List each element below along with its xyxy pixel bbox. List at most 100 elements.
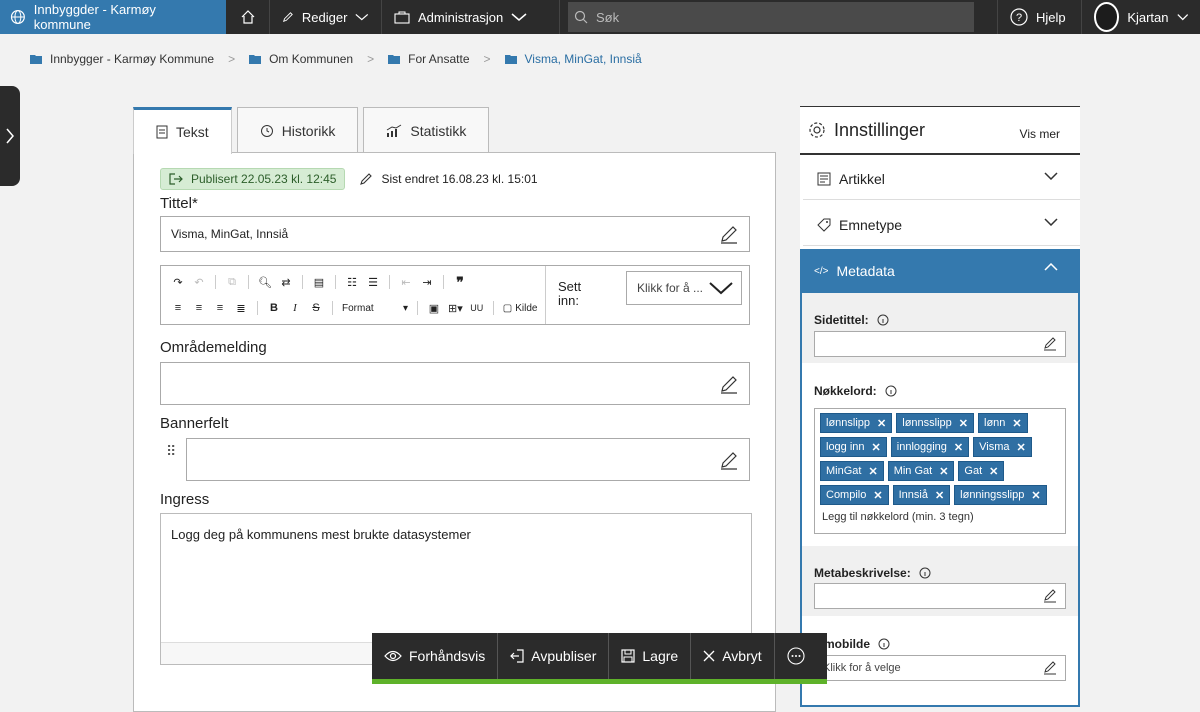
tab-tekst[interactable]: Tekst	[133, 107, 232, 154]
vis-mer-link[interactable]: Vis mer	[1020, 127, 1060, 141]
remove-icon[interactable]: ✕	[954, 441, 963, 454]
help-icon: ?	[1010, 8, 1028, 26]
section-metadata[interactable]: </> Metadata	[800, 249, 1080, 293]
metabeskrivelse-input[interactable]	[814, 583, 1066, 609]
save-button[interactable]: Lagre	[609, 633, 692, 679]
keyword-tag: MinGat ✕	[820, 461, 884, 481]
site-selector[interactable]: Innbyggder - Karmøy kommune	[0, 0, 226, 34]
remove-icon[interactable]: ✕	[939, 465, 948, 478]
edit-pencil-icon[interactable]	[719, 374, 739, 394]
keyword-input[interactable]: lønnslipp ✕ lønnsslipp ✕ lønn ✕ logg inn ✕ i…	[814, 408, 1066, 534]
keyword-tag: Compilo ✕	[820, 485, 889, 505]
search-input[interactable]: Søk	[568, 2, 974, 32]
replace-icon[interactable]: ⇄	[279, 274, 293, 290]
cancel-button[interactable]: Avbryt	[691, 633, 775, 679]
info-icon[interactable]	[878, 638, 890, 650]
section-artikkel[interactable]: Artikkel	[803, 158, 1080, 200]
chevron-down-icon	[1044, 172, 1058, 180]
rediger-menu[interactable]: Rediger	[270, 0, 382, 34]
rediger-label: Rediger	[301, 9, 348, 25]
more-button[interactable]	[775, 633, 817, 679]
redo-icon[interactable]: ↷	[171, 274, 185, 290]
find-icon[interactable]: 🔍︎	[258, 274, 272, 290]
remove-icon[interactable]: ✕	[1031, 489, 1040, 502]
source-icon: ▢	[502, 302, 513, 314]
remove-icon[interactable]: ✕	[872, 441, 881, 454]
insert-select[interactable]: Klikk for å ...	[626, 271, 742, 305]
title-input[interactable]: Visma, MinGat, Innsiå	[160, 216, 750, 252]
banner-input[interactable]	[186, 438, 750, 481]
paste-text-icon[interactable]: ▤	[312, 274, 326, 290]
area-message-input[interactable]	[160, 362, 750, 405]
edit-pencil-icon[interactable]	[719, 224, 739, 244]
user-menu[interactable]: Kjartan	[1082, 0, 1200, 34]
template-icon[interactable]: ▣	[427, 300, 441, 316]
breadcrumb: Innbygger - Karmøy Kommune > Om Kommunen…	[0, 40, 1200, 78]
strikethrough-icon[interactable]: S	[309, 300, 323, 316]
edit-pencil-icon[interactable]	[1043, 337, 1057, 351]
blockquote-icon[interactable]: ❞	[453, 274, 467, 290]
keyword-tags: lønnslipp ✕ lønnsslipp ✕ lønn ✕ logg inn ✕ i…	[820, 413, 1060, 505]
keyword-tag: innlogging ✕	[890, 437, 970, 457]
drag-handle-icon[interactable]: ⠿	[166, 443, 176, 460]
keyword-tag: logg inn ✕	[820, 437, 887, 457]
edit-pencil-icon[interactable]	[1043, 661, 1057, 675]
administrasjon-menu[interactable]: Administrasjon	[382, 0, 560, 34]
breadcrumb-label: Visma, MinGat, Innsiå	[524, 52, 642, 66]
align-right-icon[interactable]: ≡	[213, 300, 227, 316]
remove-icon[interactable]: ✕	[959, 417, 968, 430]
svg-text:?: ?	[1016, 12, 1022, 24]
edit-pencil-icon[interactable]	[1043, 589, 1057, 603]
tab-historikk[interactable]: Historikk	[236, 107, 359, 153]
format-dropdown[interactable]: Format ▾	[342, 300, 408, 316]
remove-icon[interactable]: ✕	[935, 489, 944, 502]
toolbar-row-2: ≡ ≡ ≡ ≣ B I S Format ▾ ▣ ⊞▾ UU ▢ Kilde	[171, 300, 537, 316]
breadcrumb-item[interactable]: Om Kommunen	[249, 52, 353, 66]
bold-icon[interactable]: B	[267, 300, 281, 316]
outdent-icon[interactable]: ⇤	[399, 274, 413, 290]
justify-icon[interactable]: ≣	[234, 300, 248, 316]
remove-icon[interactable]: ✕	[989, 465, 998, 478]
numbered-list-icon[interactable]: ☷	[345, 274, 359, 290]
remove-icon[interactable]: ✕	[1012, 417, 1021, 430]
breadcrumb-separator: >	[367, 52, 375, 66]
bullet-list-icon[interactable]: ☰	[366, 274, 380, 290]
home-button[interactable]	[226, 0, 270, 34]
align-center-icon[interactable]: ≡	[192, 300, 206, 316]
help-button[interactable]: ? Hjelp	[998, 0, 1082, 34]
keyword-tag: lønnsslipp ✕	[896, 413, 974, 433]
remove-icon[interactable]: ✕	[877, 417, 886, 430]
source-button[interactable]: ▢ Kilde	[503, 300, 538, 316]
edit-pencil-icon[interactable]	[719, 450, 739, 470]
info-icon[interactable]	[885, 385, 897, 397]
sidebar-toggle[interactable]	[0, 86, 20, 186]
section-emnetype[interactable]: Emnetype	[803, 204, 1080, 246]
folder-icon	[504, 55, 517, 64]
sidetittel-label: Sidetittel:	[814, 313, 889, 327]
align-left-icon[interactable]: ≡	[171, 300, 185, 316]
toolbar-divider	[389, 275, 390, 289]
folder-icon	[249, 55, 262, 64]
breadcrumb-item[interactable]: For Ansatte	[388, 52, 470, 66]
remove-icon[interactable]: ✕	[868, 465, 877, 478]
info-icon[interactable]	[919, 567, 931, 579]
sidetittel-input[interactable]	[814, 331, 1066, 357]
uu-button[interactable]: UU	[470, 300, 484, 316]
remove-icon[interactable]: ✕	[1017, 441, 1026, 454]
tab-label: Tekst	[176, 124, 209, 140]
tab-statistikk[interactable]: Statistikk	[363, 107, 490, 153]
info-icon[interactable]	[877, 314, 889, 326]
toolbar-divider	[332, 301, 333, 315]
unpublish-icon	[510, 649, 524, 663]
undo-icon[interactable]: ↶	[192, 274, 206, 290]
keyword-tag: lønnslipp ✕	[820, 413, 893, 433]
indent-icon[interactable]: ⇥	[420, 274, 434, 290]
image-select-input[interactable]: Klikk for å velge	[814, 655, 1066, 681]
table-icon[interactable]: ⊞▾	[448, 300, 463, 316]
unpublish-button[interactable]: Avpubliser	[498, 633, 610, 679]
italic-icon[interactable]: I	[288, 300, 302, 316]
remove-icon[interactable]: ✕	[873, 489, 882, 502]
breadcrumb-item[interactable]: Innbygger - Karmøy Kommune	[30, 52, 214, 66]
preview-button[interactable]: Forhåndsvis	[372, 633, 499, 679]
copy-icon[interactable]: ⧉	[225, 274, 239, 290]
